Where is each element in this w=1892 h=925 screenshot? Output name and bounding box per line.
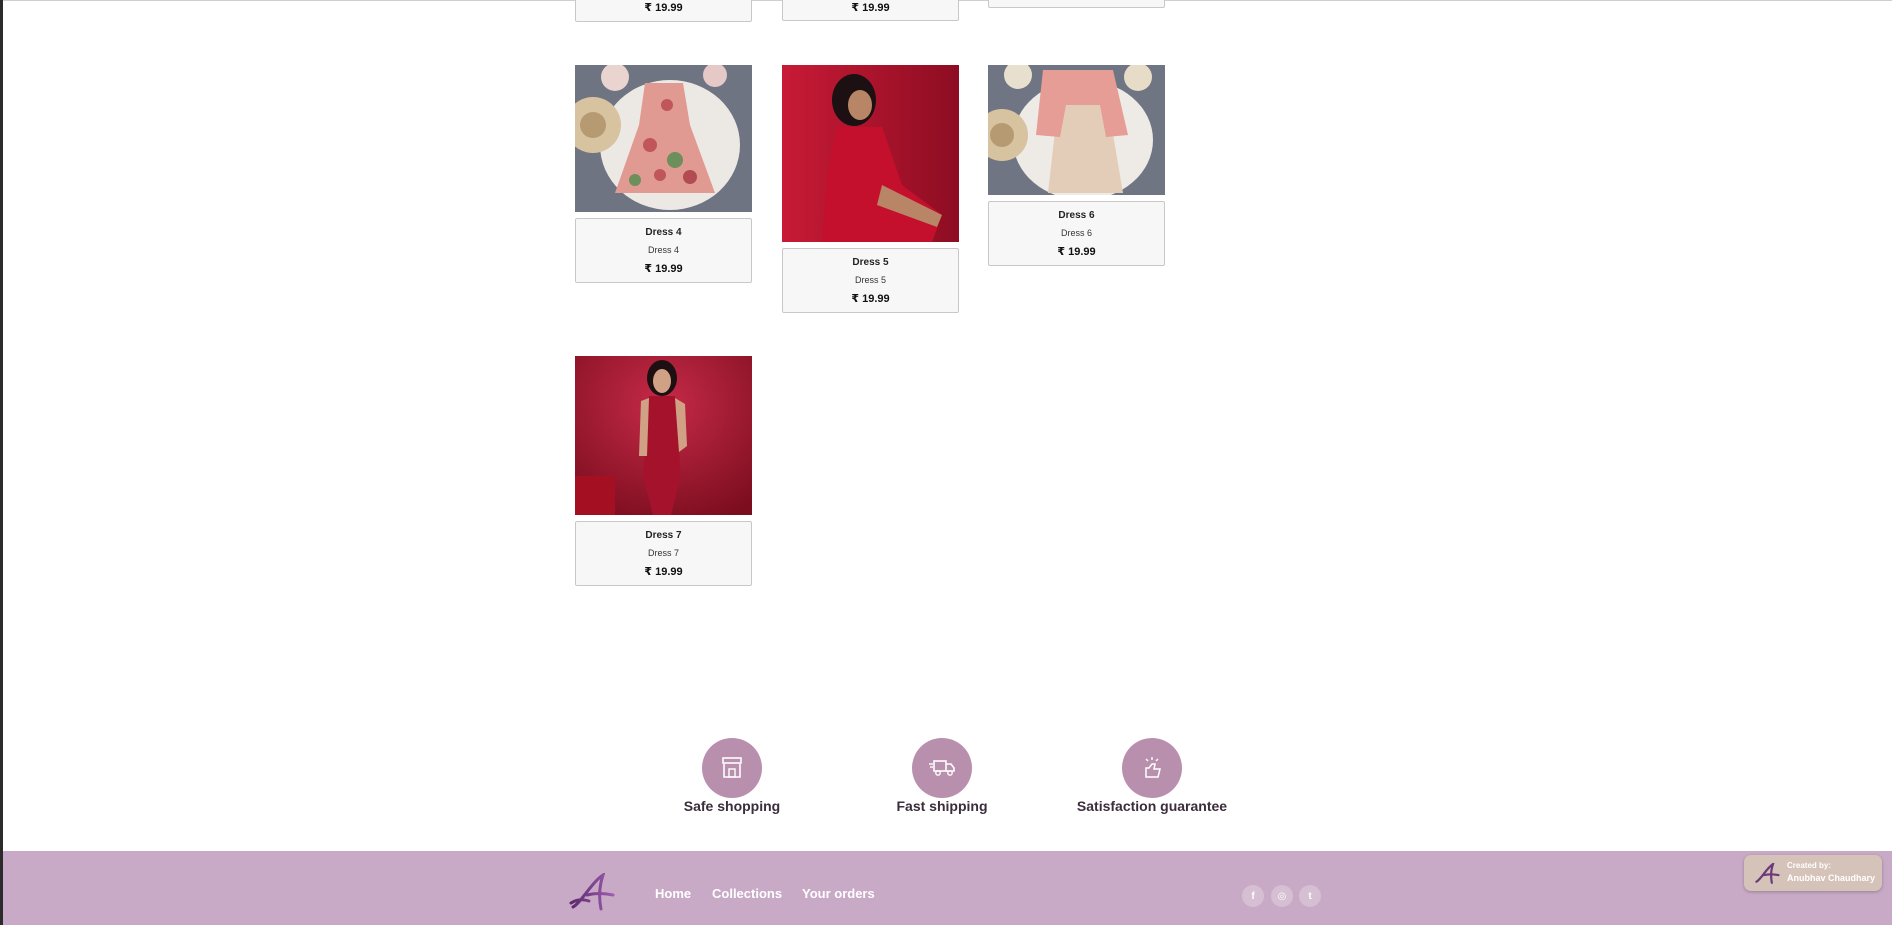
product-card-partial-2[interactable]: ₹ 19.99 (782, 0, 959, 21)
product-image[interactable] (575, 356, 752, 515)
product-card-partial-1[interactable]: ₹ 19.99 (575, 0, 752, 22)
credit-label: Created by: (1787, 861, 1832, 870)
product-card[interactable]: Dress 6 Dress 6 ₹ 19.99 (988, 65, 1165, 266)
product-card[interactable]: Dress 5 Dress 5 ₹ 19.99 (782, 65, 959, 313)
creator-credit-badge[interactable]: Created by: Anubhav Chaudhary (1744, 855, 1882, 891)
product-card[interactable]: Dress 4 Dress 4 ₹ 19.99 (575, 65, 752, 283)
feature-satisfaction-guarantee: Satisfaction guarantee (1052, 738, 1252, 814)
brand-logo[interactable] (569, 871, 619, 913)
feature-label: Safe shopping (683, 798, 781, 814)
window-left-edge (0, 0, 3, 925)
product-price: ₹ 19.99 (851, 293, 890, 305)
product-subtitle: Dress 7 (647, 548, 679, 558)
product-title[interactable]: Dress 6 (989, 210, 1164, 221)
credit-logo (1754, 861, 1782, 885)
footer-link-home[interactable]: Home (655, 886, 691, 901)
instagram-icon[interactable]: ◎ (1271, 885, 1293, 907)
product-card[interactable]: Dress 7 Dress 7 ₹ 19.99 (575, 356, 752, 586)
product-price: ₹ 19.99 (644, 566, 683, 578)
feature-label: Fast shipping (896, 798, 988, 814)
product-card-partial-3[interactable] (988, 0, 1165, 8)
product-price: ₹ 19.99 (644, 2, 683, 14)
product-image[interactable] (575, 65, 752, 212)
product-title[interactable]: Dress 4 (576, 227, 751, 238)
facebook-icon[interactable]: f (1242, 885, 1264, 907)
product-subtitle: Dress 4 (647, 245, 679, 255)
footer: Home Collections Your orders f ◎ t (3, 851, 1892, 925)
product-image[interactable] (988, 65, 1165, 195)
thumbs-up-icon (1122, 738, 1182, 798)
store-icon (702, 738, 762, 798)
feature-label: Satisfaction guarantee (1076, 798, 1228, 814)
product-price: ₹ 19.99 (1057, 246, 1096, 258)
product-title[interactable]: Dress 5 (783, 257, 958, 268)
product-price: ₹ 19.99 (851, 2, 890, 14)
product-subtitle: Dress 5 (854, 275, 886, 285)
product-image[interactable] (782, 65, 959, 242)
feature-fast-shipping: Fast shipping (842, 738, 1042, 814)
footer-link-your-orders[interactable]: Your orders (802, 886, 875, 901)
product-subtitle: Dress 6 (1060, 228, 1092, 238)
product-price: ₹ 19.99 (644, 263, 683, 275)
delivery-truck-icon (912, 738, 972, 798)
footer-link-collections[interactable]: Collections (712, 886, 782, 901)
twitter-icon[interactable]: t (1299, 885, 1321, 907)
product-title[interactable]: Dress 7 (576, 530, 751, 541)
credit-author: Anubhav Chaudhary (1787, 873, 1876, 883)
feature-safe-shopping: Safe shopping (632, 738, 832, 814)
